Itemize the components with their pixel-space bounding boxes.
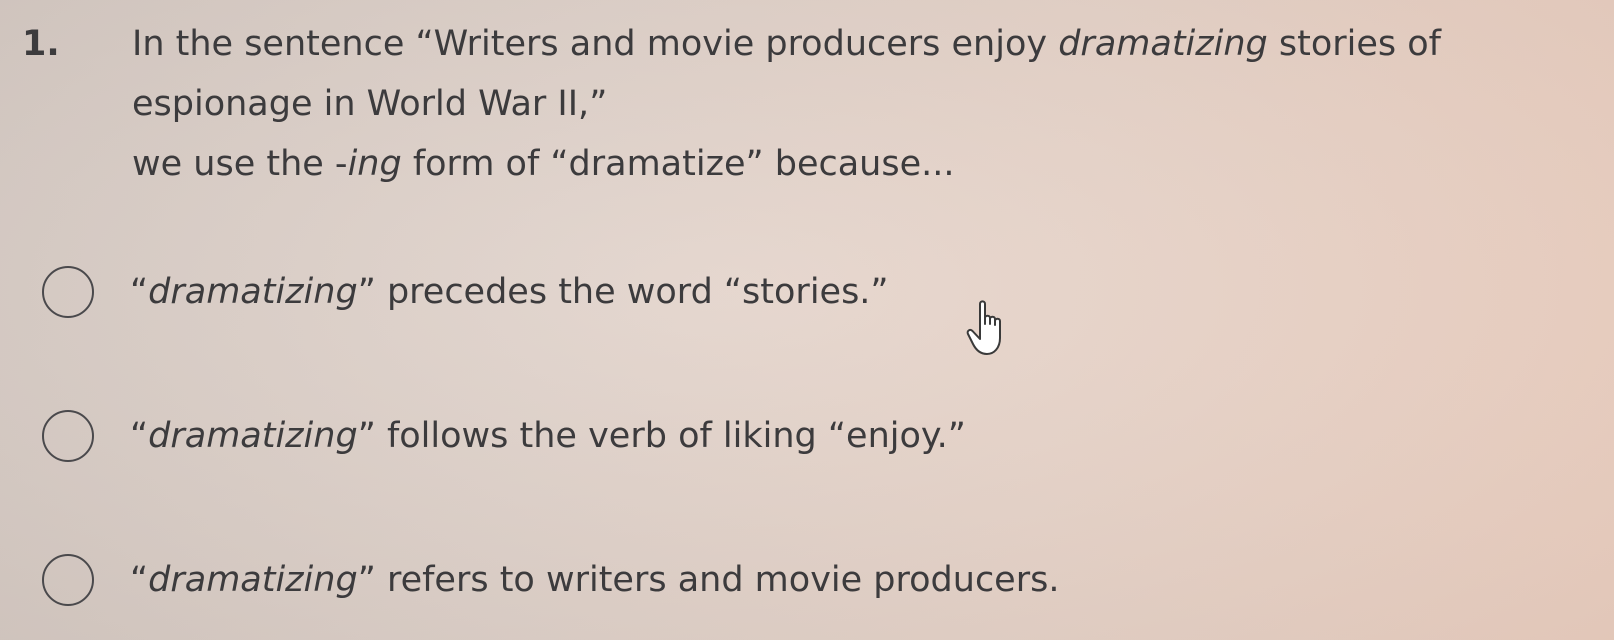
option-3-italic-word: dramatizing: [148, 560, 358, 600]
answer-option-1-label[interactable]: “dramatizing” precedes the word “stories…: [130, 272, 889, 312]
option-2-rest: ” follows the verb of liking “enjoy.”: [357, 416, 966, 456]
question-line-3: we use the -ing form of “dramatize” beca…: [132, 134, 1592, 194]
option-1-italic-word: dramatizing: [148, 272, 358, 312]
question-italic-word: dramatizing: [1058, 24, 1268, 64]
option-3-rest: ” refers to writers and movie producers.: [357, 560, 1060, 600]
answer-option-2[interactable]: “dramatizing” follows the verb of liking…: [42, 406, 966, 466]
answer-option-3-label[interactable]: “dramatizing” refers to writers and movi…: [130, 560, 1059, 600]
hand-pointer-icon: [966, 300, 1001, 355]
answer-option-3[interactable]: “dramatizing” refers to writers and movi…: [42, 550, 1059, 610]
question-line-1-end: stories of: [1267, 24, 1442, 64]
option-3-open-quote: “: [130, 560, 149, 600]
option-2-italic-word: dramatizing: [148, 416, 358, 456]
question-line-1-start: In the sentence “Writers and movie produ…: [132, 24, 1059, 64]
option-2-open-quote: “: [130, 416, 149, 456]
option-1-open-quote: “: [130, 272, 149, 312]
question-number: 1.: [22, 24, 60, 64]
question-line-3-start: we use the -: [132, 144, 348, 184]
question-prompt: In the sentence “Writers and movie produ…: [132, 14, 1592, 194]
radio-button-2[interactable]: [42, 410, 94, 462]
answer-option-1[interactable]: “dramatizing” precedes the word “stories…: [42, 262, 889, 322]
radio-button-3[interactable]: [42, 554, 94, 606]
answer-option-2-label[interactable]: “dramatizing” follows the verb of liking…: [130, 416, 966, 456]
radio-button-1[interactable]: [42, 266, 94, 318]
question-line-1: In the sentence “Writers and movie produ…: [132, 14, 1592, 74]
option-1-rest: ” precedes the word “stories.”: [357, 272, 889, 312]
question-line-2: espionage in World War II,”: [132, 84, 608, 124]
question-italic-suffix: ing: [347, 144, 402, 184]
question-line-3-end: form of “dramatize” because...: [401, 144, 955, 184]
